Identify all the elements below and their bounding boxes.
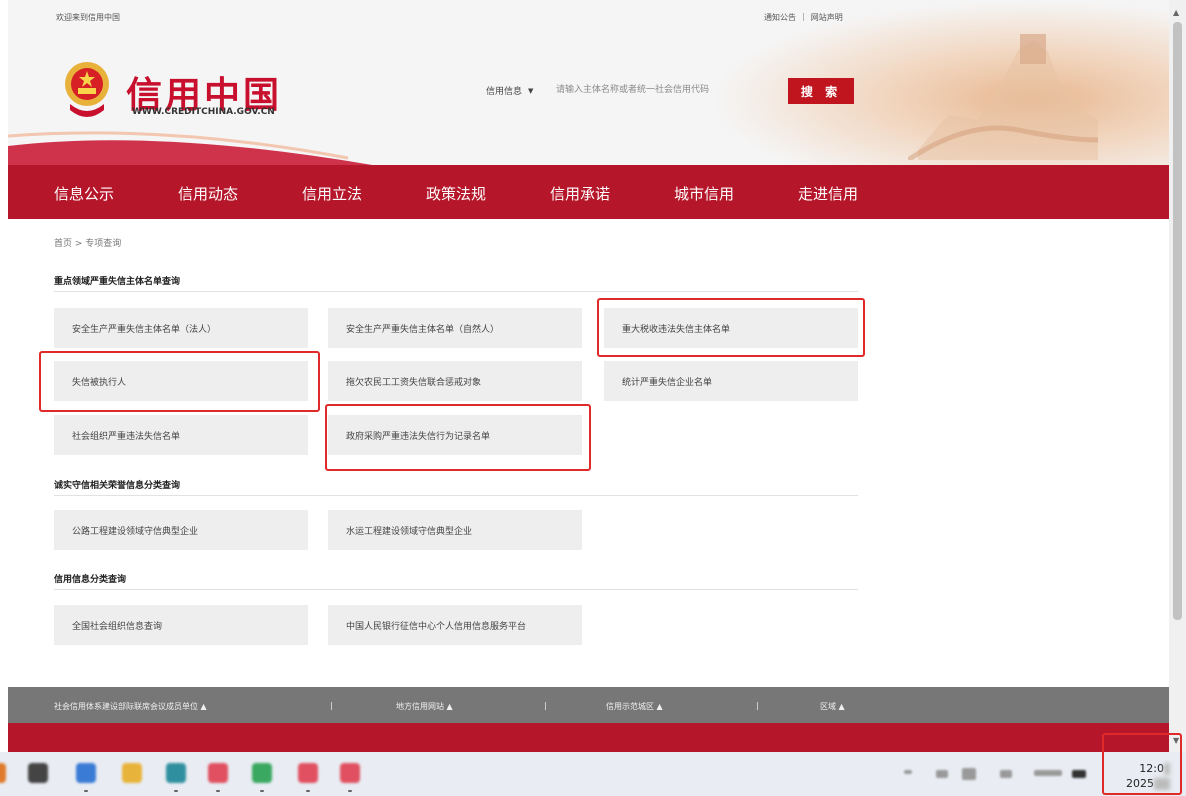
search-type-label: 信用信息 [486,87,523,97]
nav-item-credit-news[interactable]: 信用动态 [178,183,238,204]
breadcrumb[interactable]: 首页 > 专项查询 [54,236,121,249]
tile-dishonest-judgment-debtor[interactable]: 失信被执行人 [54,361,308,401]
section-divider [54,589,858,590]
tray-icon[interactable] [1034,770,1062,776]
running-indicator [174,790,178,792]
app-icon[interactable] [0,763,6,783]
redacted-region [1154,778,1170,790]
main-nav: 信息公示 信用动态 信用立法 政策法规 信用承诺 城市信用 走进信用 [8,165,1169,219]
app-icon[interactable] [298,763,318,783]
footer-separator: | [330,701,333,710]
running-indicator [216,790,220,792]
nav-item-credit-legislation[interactable]: 信用立法 [302,183,362,204]
tile-pboc-credit-platform[interactable]: 中国人民银行征信中心个人信用信息服务平台 [328,605,582,645]
section-title-key-areas: 重点领域严重失信主体名单查询 [54,277,181,287]
app-icon[interactable] [252,763,272,783]
welcome-text: 欢迎来到信用中国 [56,13,120,22]
tray-icon[interactable] [1000,770,1012,778]
great-wall-illustration [908,34,1098,160]
top-links-divider: | [802,12,805,21]
redacted-region [1164,763,1170,775]
tile-tax-violation[interactable]: 重大税收违法失信主体名单 [604,308,858,348]
running-indicator [260,790,264,792]
tile-social-org-dishonest[interactable]: 社会组织严重违法失信名单 [54,415,308,455]
creditchina-page: 欢迎来到信用中国 通知公告 | 网站声明 信用中国 WWW.CREDITCHIN… [8,0,1169,752]
national-emblem-icon[interactable] [62,58,112,120]
tile-social-org-query[interactable]: 全国社会组织信息查询 [54,605,308,645]
nav-item-policies[interactable]: 政策法规 [426,183,486,204]
top-links: 通知公告 | 网站声明 [764,12,843,23]
tray-icon[interactable] [904,770,912,774]
scroll-thumb[interactable] [1173,22,1182,620]
search-type-select[interactable]: 信用信息 ▼ [486,84,534,98]
tile-highway-trustworthy[interactable]: 公路工程建设领域守信典型企业 [54,510,308,550]
nav-item-credit-commitment[interactable]: 信用承诺 [550,183,610,204]
battery-icon[interactable] [1072,770,1086,778]
footer-link-local-sites[interactable]: 地方信用网站 ▲ [396,701,453,712]
notice-link[interactable]: 通知公告 [764,12,796,23]
app-icon[interactable] [76,763,96,783]
os-taskbar [0,752,1186,796]
running-indicator [84,790,88,792]
nav-item-about[interactable]: 走进信用 [798,183,858,204]
search-button[interactable]: 搜 索 [788,78,854,104]
footer-link-demo-cities[interactable]: 信用示范城区 ▲ [606,701,663,712]
section-divider [54,291,858,292]
section-divider [54,495,858,496]
footer-bar [8,723,1169,752]
browser-viewport: 欢迎来到信用中国 通知公告 | 网站声明 信用中国 WWW.CREDITCHIN… [0,0,1169,752]
folder-icon[interactable] [122,763,142,783]
app-icon[interactable] [340,763,360,783]
scroll-down-icon[interactable]: ▼ [1173,736,1179,745]
section-title-credit-info: 信用信息分类查询 [54,575,127,585]
system-clock[interactable]: 12:0 2025 [1110,761,1170,791]
chevron-down-icon: ▼ [528,86,534,95]
nav-item-city-credit[interactable]: 城市信用 [674,183,734,204]
site-logo-url: WWW.CREDITCHINA.GOV.CN [132,107,275,117]
footer-separator: | [756,701,759,710]
footer-links-bar: 社会信用体系建设部际联席会议成员单位 ▲ | 地方信用网站 ▲ | 信用示范城区… [8,687,1169,723]
tile-safety-dishonest-natural[interactable]: 安全生产严重失信主体名单（自然人） [328,308,582,348]
tile-safety-dishonest-legal[interactable]: 安全生产严重失信主体名单（法人） [54,308,308,348]
clock-date: 2025 [1126,777,1154,790]
vertical-scrollbar[interactable]: ▲ ▼ [1169,0,1186,752]
footer-separator: | [544,701,547,710]
search-input[interactable] [556,79,788,101]
tray-icon[interactable] [936,770,948,778]
site-header: 欢迎来到信用中国 通知公告 | 网站声明 信用中国 WWW.CREDITCHIN… [8,0,1169,165]
running-indicator [306,790,310,792]
tile-statistics-dishonest[interactable]: 统计严重失信企业名单 [604,361,858,401]
footer-link-member-units[interactable]: 社会信用体系建设部际联席会议成员单位 ▲ [54,701,207,712]
tile-unpaid-wages[interactable]: 拖欠农民工工资失信联合惩戒对象 [328,361,582,401]
tile-gov-procurement[interactable]: 政府采购严重违法失信行为记录名单 [328,415,582,455]
app-icon[interactable] [28,763,48,783]
tile-waterway-trustworthy[interactable]: 水运工程建设领域守信典型企业 [328,510,582,550]
scroll-up-icon[interactable]: ▲ [1173,8,1179,17]
app-icon[interactable] [208,763,228,783]
nav-item-info-disclosure[interactable]: 信息公示 [54,183,114,204]
section-title-honors: 诚实守信相关荣誉信息分类查询 [54,481,181,491]
statement-link[interactable]: 网站声明 [811,12,843,23]
running-indicator [348,790,352,792]
red-swoosh [8,131,373,165]
footer-link-regions[interactable]: 区域 ▲ [820,701,845,712]
clock-time: 12:0 [1139,762,1164,775]
app-icon[interactable] [166,763,186,783]
tray-icon[interactable] [962,768,976,780]
